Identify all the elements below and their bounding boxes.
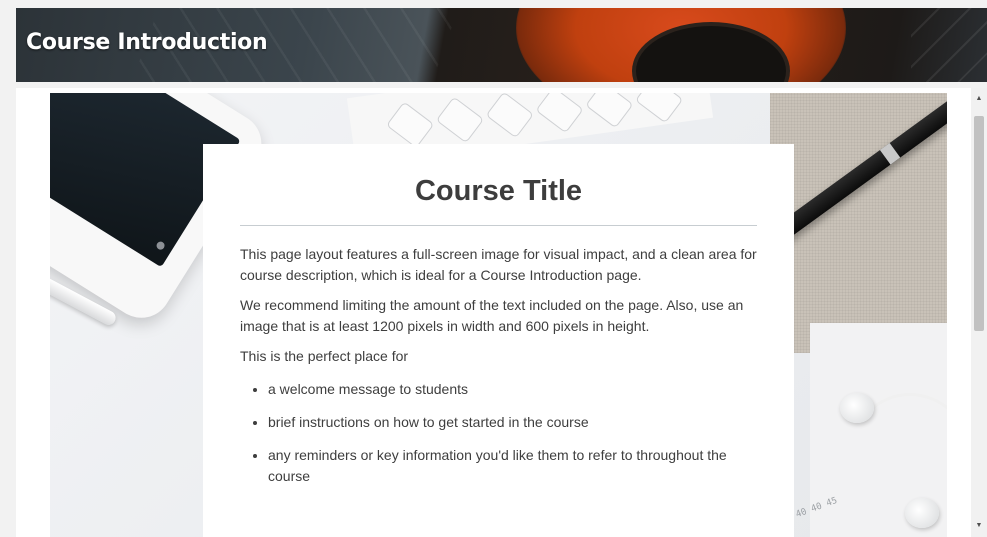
course-card: Course Title This page layout features a… <box>203 144 794 537</box>
vertical-scrollbar[interactable]: ▲ ▼ <box>971 88 987 537</box>
page-title: Course Introduction <box>26 30 268 55</box>
intro-paragraph: This page layout features a full-screen … <box>240 246 757 283</box>
app-window: Course Introduction 40 40 45 Course Titl… <box>0 0 987 537</box>
list-item: any reminders or key information you'd l… <box>268 445 757 487</box>
keyboard-key <box>385 101 435 149</box>
course-title: Course Title <box>414 175 583 207</box>
recommendation-paragraph: We recommend limiting the amount of the … <box>240 297 744 334</box>
content-area[interactable]: 40 40 45 Course Title This page layout f… <box>16 88 971 537</box>
hero-image: 40 40 45 Course Title This page layout f… <box>50 93 947 537</box>
earbud-image <box>840 393 874 423</box>
header-keys-decoration <box>911 8 987 82</box>
list-intro-paragraph: This is the perfect place for <box>240 348 409 364</box>
keyboard-key <box>435 96 485 144</box>
keyboard-key <box>535 93 584 134</box>
triangle-up-icon[interactable]: ▲ <box>971 92 987 106</box>
list-item: a welcome message to students <box>268 379 757 400</box>
keyboard-key <box>585 93 634 129</box>
title-divider <box>240 225 757 226</box>
scrollbar-thumb[interactable] <box>974 116 984 331</box>
earbud-image <box>905 498 939 528</box>
keyboard-key <box>485 93 534 139</box>
triangle-down-icon[interactable]: ▼ <box>971 519 987 533</box>
purpose-list: a welcome message to students brief inst… <box>240 379 757 487</box>
header-banner: Course Introduction <box>16 8 987 82</box>
list-item: brief instructions on how to get started… <box>268 412 757 433</box>
keyboard-key <box>634 93 684 124</box>
